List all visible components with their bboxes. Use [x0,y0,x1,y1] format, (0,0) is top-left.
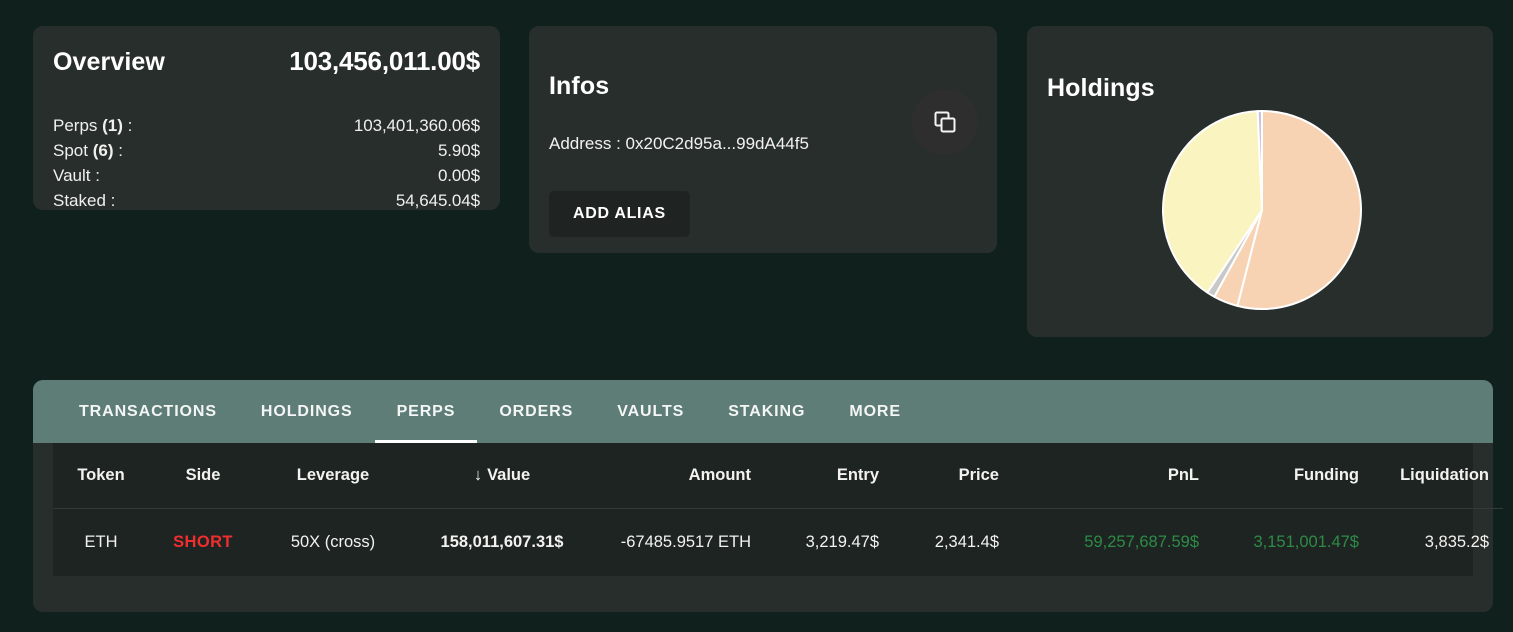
overview-header: Overview 103,456,011.00$ [53,46,480,77]
cell-token: ETH [53,508,149,576]
column-header-token[interactable]: Token [53,443,149,508]
tab-label: VAULTS [617,403,684,421]
holdings-card: Holdings [1027,26,1493,337]
pie-svg [1160,108,1364,312]
column-header-leverage[interactable]: Leverage [257,443,409,508]
tab-label: HOLDINGS [261,403,353,421]
perps-table-container: Token Side Leverage ↓Value Amount Entry … [53,443,1473,576]
overview-row-label: Perps (1) : [53,116,132,136]
cell-leverage: 50X (cross) [257,508,409,576]
column-header-funding[interactable]: Funding [1213,443,1373,508]
perps-table: Token Side Leverage ↓Value Amount Entry … [53,443,1503,576]
column-header-amount[interactable]: Amount [595,443,765,508]
side-badge-short: SHORT [173,533,233,551]
column-header-value[interactable]: ↓ Value [409,443,595,508]
overview-total-value: 103,456,011.00$ [289,46,480,77]
overview-card: Overview 103,456,011.00$ Perps (1) : 103… [33,26,500,210]
tab-label: MORE [849,403,901,421]
positions-panel: TRANSACTIONS HOLDINGS PERPS ORDERS VAULT… [33,380,1493,612]
holdings-title: Holdings [1047,74,1155,103]
overview-row-value: 5.90$ [438,141,480,161]
cell-entry: 3,219.47$ [765,508,893,576]
add-alias-button[interactable]: ADD ALIAS [549,191,690,237]
overview-row-label: Spot (6) : [53,141,123,161]
cell-side: SHORT [149,508,257,576]
cell-price: 2,341.4$ [893,508,1013,576]
overview-row-perps: Perps (1) : 103,401,360.06$ [53,116,480,141]
tab-holdings[interactable]: HOLDINGS [239,380,375,443]
sort-desc-icon: ↓ [474,466,482,485]
overview-title: Overview [53,48,165,77]
overview-breakdown-list: Perps (1) : 103,401,360.06$ Spot (6) : 5… [53,116,480,216]
tab-label: TRANSACTIONS [79,403,217,421]
tab-perps[interactable]: PERPS [375,380,478,443]
overview-row-value: 0.00$ [438,166,480,186]
overview-row-label: Vault : [53,166,100,186]
tab-transactions[interactable]: TRANSACTIONS [57,380,239,443]
overview-row-value: 103,401,360.06$ [354,116,480,136]
table-body: ETH SHORT 50X (cross) 158,011,607.31$ -6… [53,508,1503,576]
column-header-price[interactable]: Price [893,443,1013,508]
table-header: Token Side Leverage ↓Value Amount Entry … [53,443,1503,508]
infos-card: Infos Address : 0x20C2d95a...99dA44f5 AD… [529,26,997,253]
table-header-row: Token Side Leverage ↓Value Amount Entry … [53,443,1503,508]
tab-label: ORDERS [499,403,573,421]
overview-row-staked: Staked : 54,645.04$ [53,191,480,216]
cell-liquidation: 3,835.2$ [1373,508,1503,576]
overview-row-label: Staked : [53,191,115,211]
dashboard-page: Overview 103,456,011.00$ Perps (1) : 103… [0,0,1513,632]
tab-label: PERPS [397,403,456,421]
tab-more[interactable]: MORE [827,380,923,443]
column-header-label: Value [487,466,530,484]
overview-row-value: 54,645.04$ [396,191,480,211]
infos-title: Infos [549,72,609,101]
column-header-pnl[interactable]: PnL [1013,443,1213,508]
copy-address-button[interactable] [912,89,978,155]
table-row[interactable]: ETH SHORT 50X (cross) 158,011,607.31$ -6… [53,508,1503,576]
overview-row-spot: Spot (6) : 5.90$ [53,141,480,166]
column-header-side[interactable]: Side [149,443,257,508]
tab-orders[interactable]: ORDERS [477,380,595,443]
wallet-address-label: Address : 0x20C2d95a...99dA44f5 [549,134,809,154]
cell-value: 158,011,607.31$ [409,508,595,576]
overview-row-vault: Vault : 0.00$ [53,166,480,191]
cell-amount: -67485.9517 ETH [595,508,765,576]
tab-staking[interactable]: STAKING [706,380,827,443]
tab-label: STAKING [728,403,805,421]
copy-icon [932,109,958,135]
holdings-pie-chart[interactable] [1160,108,1364,312]
cell-pnl: 59,257,687.59$ [1013,508,1213,576]
cell-funding: 3,151,001.47$ [1213,508,1373,576]
column-header-entry[interactable]: Entry [765,443,893,508]
tab-vaults[interactable]: VAULTS [595,380,706,443]
column-header-liquidation[interactable]: Liquidation [1373,443,1503,508]
panel-tabbar: TRANSACTIONS HOLDINGS PERPS ORDERS VAULT… [33,380,1493,443]
